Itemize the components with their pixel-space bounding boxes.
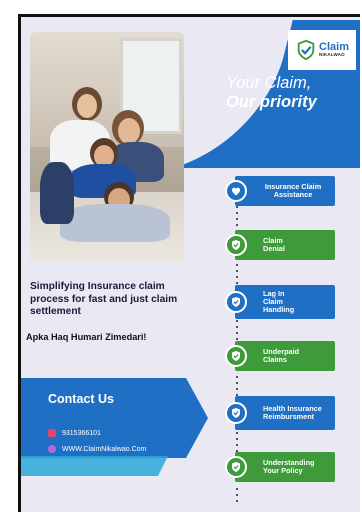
check-shield-icon bbox=[225, 402, 247, 424]
step-label: Health Insurance Reimbursment bbox=[263, 403, 322, 421]
check-shield-icon bbox=[225, 456, 247, 478]
contact-accent bbox=[18, 456, 168, 476]
contact-website[interactable]: WWW.ClaimNikalwao.Com bbox=[48, 445, 146, 453]
headline: Simplifying Insurance claim process for … bbox=[30, 281, 178, 317]
phone-number: 9315366101 bbox=[62, 429, 101, 437]
contact-title: Contact Us bbox=[48, 392, 114, 406]
logo-subtext: NIKALWAO bbox=[319, 52, 345, 58]
check-shield-icon bbox=[225, 234, 247, 256]
phone-icon bbox=[48, 429, 56, 437]
slogan-line-1: Your Claim, bbox=[226, 74, 312, 92]
slogan: Your Claim, Our priority bbox=[226, 74, 338, 112]
step-label: Claim Denial bbox=[263, 235, 285, 253]
website-url: WWW.ClaimNikalwao.Com bbox=[62, 445, 147, 453]
check-shield-icon bbox=[225, 345, 247, 367]
step-understanding-your-policy: Understanding Your Policy bbox=[225, 452, 335, 482]
step-label: Understanding Your Policy bbox=[263, 457, 315, 475]
check-shield-icon bbox=[297, 39, 315, 61]
step-claim-denial: Claim Denial bbox=[225, 230, 335, 260]
step-label: Underpaid Claims bbox=[263, 346, 300, 364]
heart-shield-icon bbox=[225, 180, 247, 202]
step-insurance-claim-assistance: Insurance Claim Assistance bbox=[225, 176, 335, 206]
timeline-connector bbox=[236, 488, 238, 506]
logo: Claim NIKALWAO bbox=[288, 30, 356, 70]
step-health-insurance-reimbursment: Health Insurance Reimbursment bbox=[225, 396, 335, 430]
step-label: Insurance Claim Assistance bbox=[264, 181, 322, 199]
tagline: Apka Haq Humari Zimedari! bbox=[26, 332, 147, 342]
step-label: Lag In Claim Handling bbox=[263, 288, 295, 315]
step-underpaid-claims: Underpaid Claims bbox=[225, 341, 335, 371]
check-shield-icon bbox=[225, 291, 247, 313]
contact-phone[interactable]: 9315366101 bbox=[48, 429, 101, 437]
timeline-connector bbox=[236, 206, 238, 230]
step-lag-in-claim-handling: Lag In Claim Handling bbox=[225, 285, 335, 319]
slogan-line-2: Our priority bbox=[226, 93, 317, 111]
family-photo bbox=[30, 32, 184, 262]
globe-icon bbox=[48, 445, 56, 453]
